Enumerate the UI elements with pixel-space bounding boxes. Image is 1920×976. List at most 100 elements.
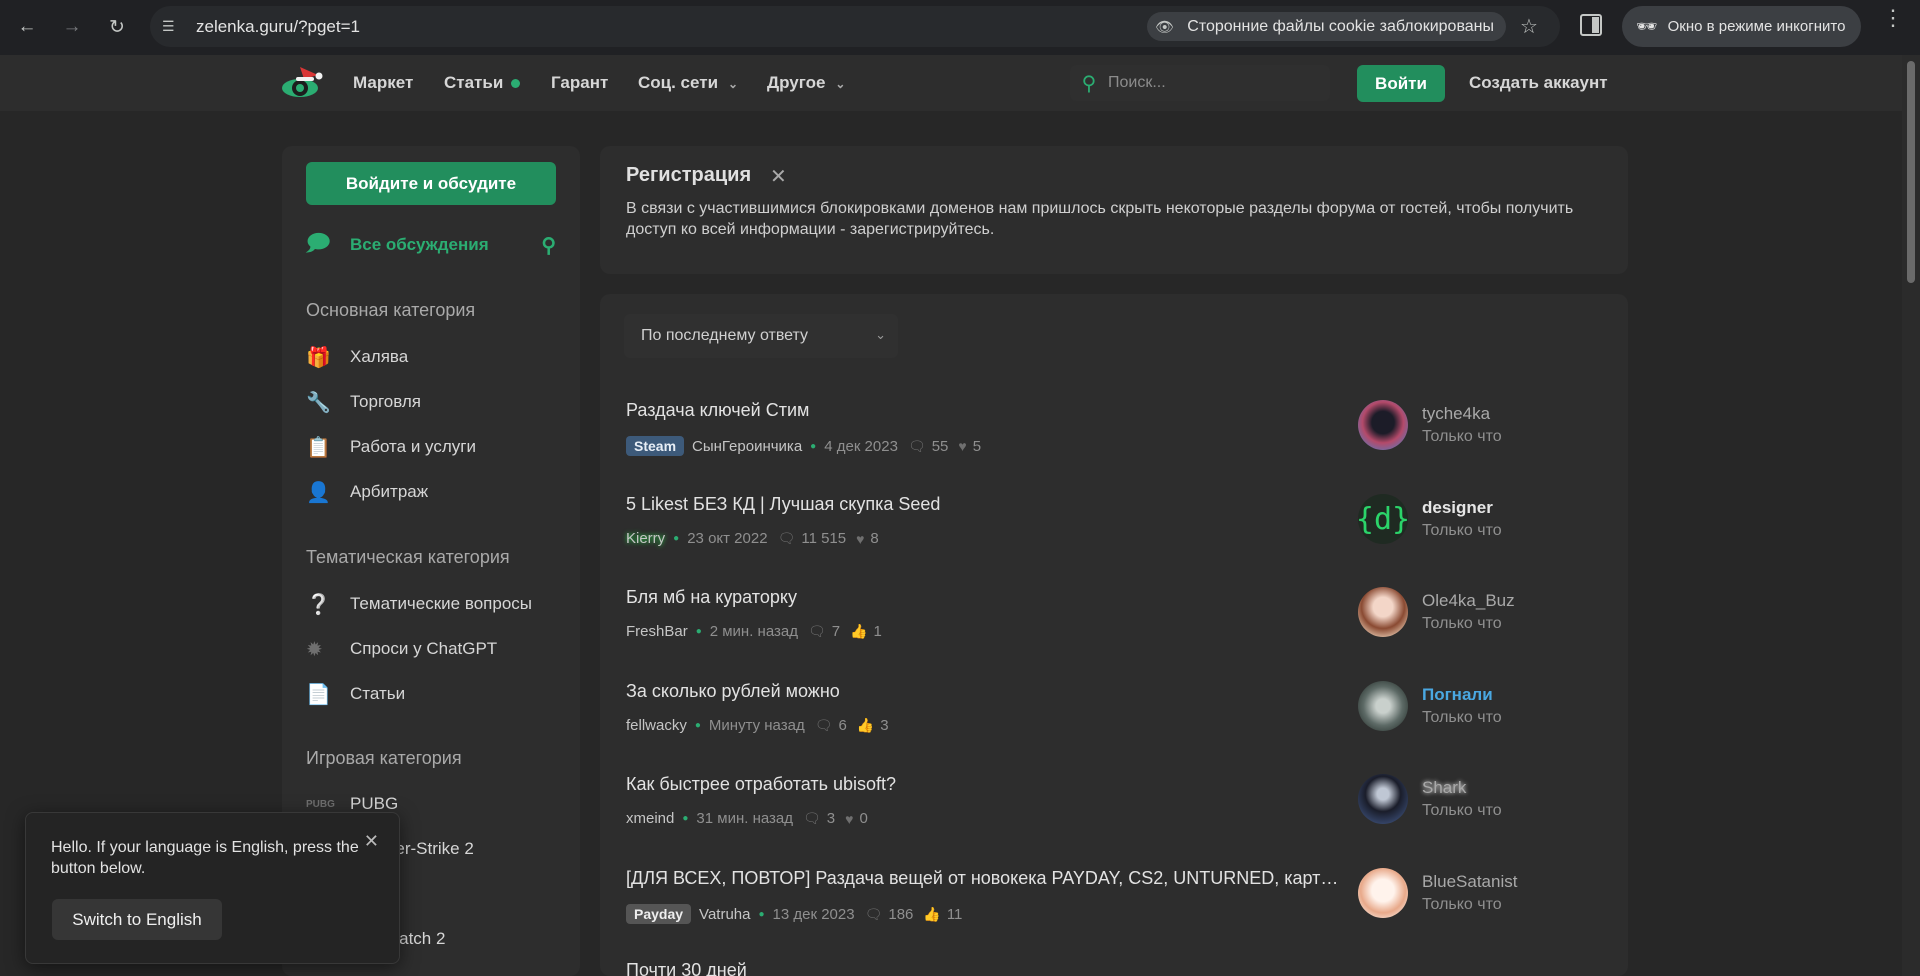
incognito-indicator[interactable]: 🕶 Окно в режиме инкогнито [1622,6,1862,47]
chevron-down-icon: ⌄ [835,77,846,91]
thread-row[interactable]: Почти 30 дней [626,960,1606,976]
last-poster-name[interactable]: Ole4ka_Buz [1422,591,1515,611]
notice-title: Регистрация [626,164,752,186]
pubg-icon: PUBG [306,798,335,810]
nav-social[interactable]: Соц. сети ⌄ [638,73,738,93]
browser-menu-icon[interactable]: ⋮ [1882,7,1904,29]
category-title-main: Основная категория [306,300,476,320]
search-icon[interactable]: ⚲ [541,233,556,258]
last-post-time: Только что [1422,709,1502,726]
thread-title[interactable]: Раздача ключей Стим [626,400,809,421]
sort-dropdown[interactable]: По последнему ответу ⌄ [624,314,898,358]
sidebar-item-freebies[interactable]: 🎁 Халява [306,342,556,372]
incognito-icon: 🕶 [1636,16,1658,36]
avatar[interactable] [1358,774,1408,824]
avatar[interactable] [1358,400,1408,450]
address-bar[interactable]: ☰ zelenka.guru/?pget=1 👁 Сторонние файлы… [150,6,1560,47]
thread-row[interactable]: Как быстрее отработать ubisoft? xmeind ●… [626,774,1606,854]
nav-market[interactable]: Маркет [353,73,413,93]
like-count: 3 [880,717,889,734]
thread-row[interactable]: [ДЛЯ ВСЕХ, ПОВТОР] Раздача вещей от ново… [626,868,1606,948]
chat-icon: 🗩 [306,230,331,255]
site-info-icon[interactable]: ☰ [162,18,179,35]
reload-icon[interactable]: ↻ [102,12,132,42]
thread-author[interactable]: Kierry [626,530,665,547]
last-poster-name[interactable]: designer [1422,498,1493,518]
back-icon[interactable]: ← [12,12,42,42]
separator-dot: ● [758,908,765,920]
last-poster-name[interactable]: BlueSatanist [1422,872,1517,892]
switch-language-button[interactable]: Switch to English [52,899,222,940]
site-header: Маркет Статьи Гарант Соц. сети ⌄ Другое ⌄ … [0,55,1902,111]
sidebar-item-arbitrage[interactable]: 👤 Арбитраж [306,477,556,507]
close-icon[interactable]: ✕ [770,164,787,189]
thread-author[interactable]: xmeind [626,810,674,827]
last-poster-name[interactable]: Погнали [1422,685,1493,705]
nav-articles[interactable]: Статьи [444,73,521,93]
login-discuss-button[interactable]: Войдите и обсудите [306,162,556,205]
thread-author[interactable]: FreshBar [626,623,688,640]
heart-icon: ♥ [856,530,865,547]
create-account-link[interactable]: Создать аккаунт [1469,73,1608,93]
site-logo[interactable] [278,65,326,101]
avatar[interactable]: {d} [1356,494,1410,544]
thread-row[interactable]: За сколько рублей можно fellwacky ● Мину… [626,681,1606,761]
all-discussions-label: Все обсуждения [350,235,489,254]
thread-author[interactable]: fellwacky [626,717,687,734]
thread-date: 13 дек 2023 [772,905,855,923]
thread-title[interactable]: [ДЛЯ ВСЕХ, ПОВТОР] Раздача вещей от ново… [626,868,1338,889]
thread-title[interactable]: Как быстрее отработать ubisoft? [626,774,896,795]
reply-count: 186 [888,905,914,923]
separator-dot: ● [695,626,702,637]
thread-author[interactable]: Vatruha [699,906,750,923]
thread-title[interactable]: Бля мб на кураторку [626,587,797,608]
like-count: 1 [873,623,882,640]
thread-row[interactable]: Бля мб на кураторку FreshBar ● 2 мин. на… [626,587,1606,667]
nav-guarantee[interactable]: Гарант [551,73,608,93]
separator-dot: ● [682,813,689,824]
thread-title[interactable]: За сколько рублей можно [626,681,840,702]
thread-title[interactable]: Почти 30 дней [626,960,747,976]
sidebar-item-questions[interactable]: ❔ Тематические вопросы [306,589,556,619]
sidebar-item-work[interactable]: 📋 Работа и услуги [306,432,556,462]
thread-author[interactable]: СынГероинчика [692,438,802,455]
page-scrollbar[interactable] [1902,55,1920,976]
all-discussions-item[interactable]: 🗩 Все обсуждения ⚲ [306,230,556,260]
tools-icon: 🔧 [306,391,331,414]
thread-tag[interactable]: Steam [626,436,685,456]
last-poster-name[interactable]: tyche4ka [1422,404,1490,424]
search-box[interactable]: ⚲ [1070,65,1330,101]
thread-row[interactable]: 5 Likest БЕЗ КД | Лучшая скупка Seed Kie… [626,494,1606,574]
avatar[interactable] [1358,587,1408,637]
new-indicator-dot [511,79,521,89]
thread-tag[interactable]: Payday [626,904,692,924]
search-input[interactable] [1108,74,1308,92]
scrollbar-thumb[interactable] [1907,61,1915,283]
url-text[interactable]: zelenka.guru/?pget=1 [196,17,360,37]
bookmark-star-icon[interactable]: ☆ [1520,14,1538,39]
avatar[interactable] [1358,868,1408,918]
sidebar-item-chatgpt[interactable]: ✹ Спроси у ChatGPT [306,634,556,664]
sidebar-item-articles[interactable]: 📄 Статьи [306,679,556,709]
side-panel-icon[interactable] [1580,14,1602,36]
last-post-time: Только что [1422,428,1502,445]
forward-icon[interactable]: → [57,12,87,42]
thread-title[interactable]: 5 Likest БЕЗ КД | Лучшая скупка Seed [626,494,940,515]
sidebar-item-trading[interactable]: 🔧 Торговля [306,387,556,417]
cookie-blocked-indicator[interactable]: 👁 Сторонние файлы cookie заблокированы [1147,12,1506,41]
incognito-label: Окно в режиме инкогнито [1667,18,1846,35]
like-count: 5 [972,437,982,455]
gift-icon: 🎁 [306,346,331,369]
avatar[interactable] [1358,681,1408,731]
thumbs-up-icon: 👍 [923,905,941,922]
last-poster-name[interactable]: Shark [1422,778,1466,798]
thread-date: 4 дек 2023 [824,437,898,455]
thread-row[interactable]: Раздача ключей Стим Steam СынГероинчика … [626,400,1606,480]
login-button[interactable]: Войти [1357,65,1445,102]
search-icon: ⚲ [1081,72,1097,95]
close-icon[interactable]: ✕ [364,831,379,852]
last-post-time: Только что [1422,522,1502,539]
thread-date: 2 мин. назад [709,623,798,640]
like-count: 11 [946,905,963,923]
nav-other[interactable]: Другое ⌄ [767,73,845,93]
